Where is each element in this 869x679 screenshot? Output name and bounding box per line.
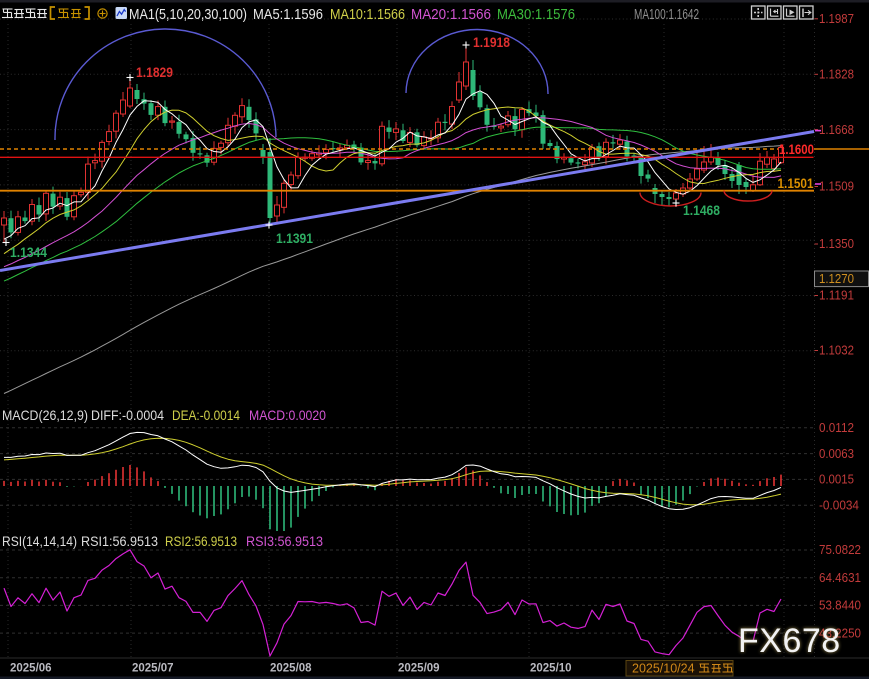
svg-text:RSI1:56.9513: RSI1:56.9513 [81, 533, 158, 549]
svg-text:MA30:1.1576: MA30:1.1576 [497, 7, 575, 23]
svg-text:1.1270: 1.1270 [819, 272, 854, 286]
svg-text:RSI(14,14,14): RSI(14,14,14) [2, 533, 77, 549]
svg-text:1.1468: 1.1468 [683, 202, 720, 218]
svg-text:1.1032: 1.1032 [819, 344, 854, 358]
svg-text:2025/10/24: 2025/10/24 [632, 662, 695, 676]
svg-text:1.1668: 1.1668 [819, 123, 854, 137]
svg-text:1.1828: 1.1828 [819, 68, 854, 82]
svg-text:1.1829: 1.1829 [136, 64, 173, 80]
svg-text:0.0063: 0.0063 [819, 447, 854, 461]
svg-text:MA100:1.1642: MA100:1.1642 [634, 7, 699, 23]
svg-text:0.0112: 0.0112 [819, 421, 854, 435]
svg-text:MACD(26,12,9): MACD(26,12,9) [2, 407, 88, 423]
svg-text:MA10:1.1566: MA10:1.1566 [330, 7, 405, 23]
svg-text:1.1987: 1.1987 [819, 12, 854, 26]
svg-text:RSI2:56.9513: RSI2:56.9513 [165, 533, 237, 549]
svg-text:MA20:1.1566: MA20:1.1566 [411, 7, 491, 23]
svg-text:53.8440: 53.8440 [819, 599, 861, 613]
svg-text:2025/07: 2025/07 [132, 663, 174, 675]
svg-text:64.4631: 64.4631 [819, 571, 861, 585]
svg-text:-0.0034: -0.0034 [819, 498, 859, 512]
svg-text:1.1501: 1.1501 [778, 175, 814, 191]
svg-text:1.1918: 1.1918 [473, 34, 510, 50]
svg-text:DIFF:-0.0004: DIFF:-0.0004 [91, 407, 164, 423]
svg-text:1.1344: 1.1344 [10, 244, 47, 260]
svg-text:1.1191: 1.1191 [819, 289, 854, 303]
svg-text:MA5:1.1596: MA5:1.1596 [253, 7, 323, 23]
svg-text:RSI3:56.9513: RSI3:56.9513 [246, 533, 323, 549]
svg-text:1.1391: 1.1391 [276, 230, 313, 246]
svg-text:1.1600: 1.1600 [779, 142, 814, 157]
svg-text:MACD:0.0020: MACD:0.0020 [249, 407, 326, 423]
svg-text:0.0015: 0.0015 [819, 473, 854, 487]
svg-text:2025/09: 2025/09 [398, 663, 440, 675]
svg-text:2025/06: 2025/06 [10, 663, 52, 675]
svg-text:FX678: FX678 [738, 622, 841, 660]
svg-text:75.0822: 75.0822 [819, 543, 861, 557]
svg-text:2025/10: 2025/10 [530, 663, 572, 675]
svg-text:1.1509: 1.1509 [819, 180, 854, 194]
svg-text:2025/08: 2025/08 [270, 663, 312, 675]
svg-text:1.1350: 1.1350 [819, 237, 854, 251]
svg-text:MA1(5,10,20,30,100): MA1(5,10,20,30,100) [129, 7, 247, 23]
svg-text:DEA:-0.0014: DEA:-0.0014 [172, 407, 240, 423]
